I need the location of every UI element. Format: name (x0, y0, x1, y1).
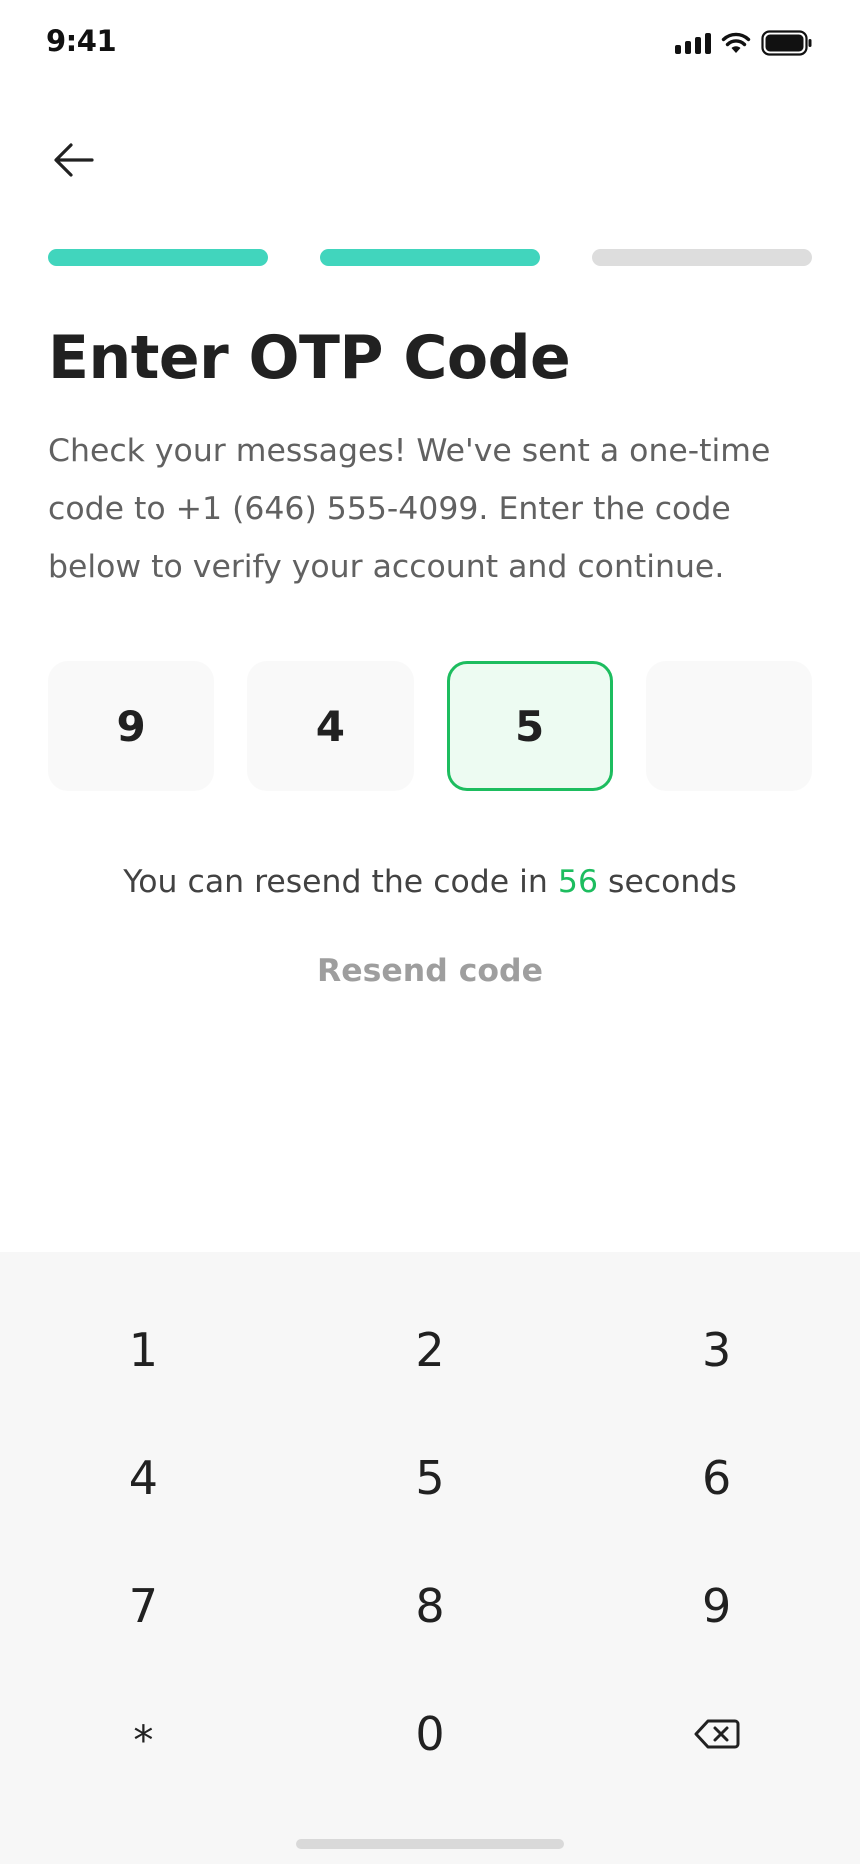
key-7[interactable]: 7 (0, 1542, 287, 1670)
battery-icon (761, 30, 812, 56)
key-8[interactable]: 8 (287, 1542, 574, 1670)
status-time: 9:41 (46, 24, 117, 58)
page-title: Enter OTP Code (48, 323, 571, 393)
cellular-signal-icon (675, 32, 711, 54)
otp-digit-1[interactable]: 9 (48, 661, 215, 791)
key-backspace[interactable] (573, 1670, 860, 1798)
key-3[interactable]: 3 (573, 1286, 860, 1414)
resend-countdown: 56 (557, 864, 599, 900)
key-star[interactable]: * (0, 1670, 287, 1798)
resend-suffix: seconds (608, 864, 737, 900)
wifi-icon (721, 32, 751, 53)
backspace-icon (694, 1719, 740, 1749)
key-2[interactable]: 2 (287, 1286, 574, 1414)
progress-step-3 (592, 249, 812, 266)
otp-digit-3[interactable]: 5 (446, 661, 613, 791)
resend-code-link[interactable]: Resend code (0, 953, 860, 989)
numeric-keypad: 1 2 3 4 5 6 7 8 9 * 0 (0, 1252, 860, 1864)
resend-timer-text: You can resend the code in 56 seconds (0, 864, 860, 900)
progress-step-1 (48, 249, 268, 266)
key-6[interactable]: 6 (573, 1414, 860, 1542)
step-progress (48, 249, 812, 266)
status-icons (675, 30, 813, 56)
otp-digit-2[interactable]: 4 (247, 661, 414, 791)
resend-prefix: You can resend the code in (123, 864, 548, 900)
otp-input-row: 9 4 5 (48, 661, 812, 791)
key-5[interactable]: 5 (287, 1414, 574, 1542)
back-button[interactable] (48, 136, 104, 184)
key-1[interactable]: 1 (0, 1286, 287, 1414)
home-indicator (296, 1839, 564, 1849)
key-0[interactable]: 0 (287, 1670, 574, 1798)
key-4[interactable]: 4 (0, 1414, 287, 1542)
otp-digit-4[interactable] (645, 661, 812, 791)
page-description: Check your messages! We've sent a one-ti… (48, 433, 771, 585)
progress-step-2 (320, 249, 540, 266)
arrow-left-icon (54, 143, 94, 177)
key-9[interactable]: 9 (573, 1542, 860, 1670)
status-bar: 9:41 (0, 0, 860, 90)
